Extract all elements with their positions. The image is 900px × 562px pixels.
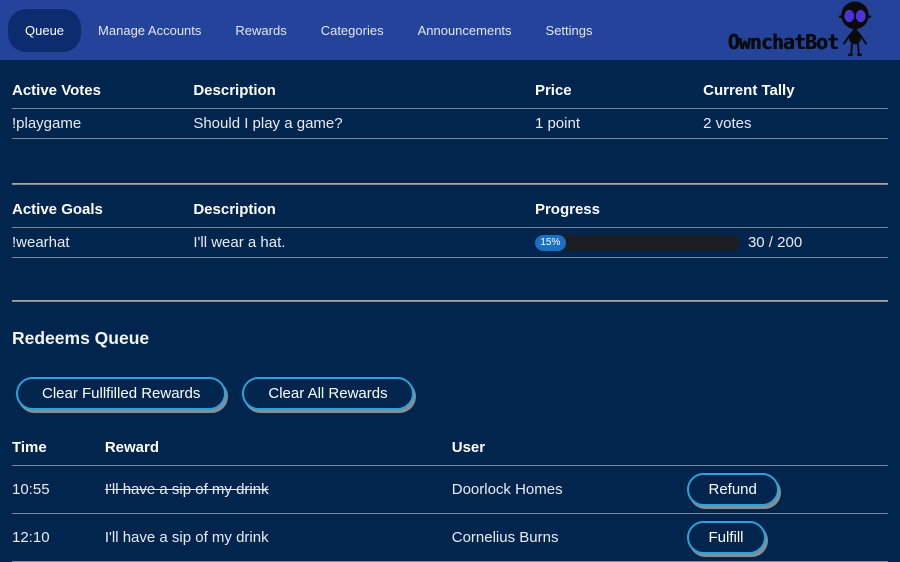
goal-progress-fill: 15% (535, 235, 566, 251)
votes-header-command: Active Votes (12, 60, 193, 109)
redeem-reward-0: I'll have a sip of my drink (105, 481, 269, 498)
progress-percent-label: 15% (540, 237, 560, 248)
redeems-actions: Clear Fullfilled Rewards Clear All Rewar… (12, 377, 888, 410)
votes-header-price: Price (535, 60, 703, 109)
redeems-queue-title: Redeems Queue (12, 328, 888, 349)
nav-item-categories[interactable]: Categories (304, 9, 401, 52)
goal-progress: 15% 30 / 200 (535, 234, 888, 251)
redeem-time: 10:55 (12, 466, 105, 514)
top-navbar: Queue Manage Accounts Rewards Categories… (0, 0, 900, 60)
progress-bar-track: 15% (535, 235, 740, 251)
redeems-table: Time Reward User 10:55 I'll have a sip o… (12, 423, 888, 562)
nav-item-manage-accounts[interactable]: Manage Accounts (81, 9, 218, 52)
votes-header-description: Description (193, 60, 535, 109)
redeems-header-user: User (452, 423, 687, 466)
redeems-header-actions (687, 423, 889, 466)
brand-logo: OwnchatBot (728, 0, 878, 60)
goal-description: I'll wear a hat. (193, 228, 535, 258)
progress-count-label: 30 / 200 (748, 234, 802, 251)
vote-row: !playgame Should I play a game? 1 point … (12, 109, 888, 139)
brand-name: OwnchatBot (728, 32, 838, 52)
redeem-user: Doorlock Homes (452, 466, 687, 514)
redeem-time: 12:10 (12, 514, 105, 562)
votes-header-tally: Current Tally (703, 60, 888, 109)
redeems-header-reward: Reward (105, 423, 452, 466)
goals-header-progress: Progress (535, 185, 888, 228)
goal-row: !wearhat I'll wear a hat. 15% 30 / 200 (12, 228, 888, 258)
goals-header-description: Description (193, 185, 535, 228)
vote-tally: 2 votes (703, 109, 888, 139)
robot-mascot-icon (832, 0, 878, 58)
vote-command: !playgame (12, 109, 193, 139)
fulfill-button[interactable]: Fulfill (687, 521, 766, 554)
main-content: Active Votes Description Price Current T… (0, 60, 900, 562)
goals-header-command: Active Goals (12, 185, 193, 228)
nav-item-settings[interactable]: Settings (529, 9, 610, 52)
vote-price: 1 point (535, 109, 703, 139)
active-goals-table: Active Goals Description Progress !wearh… (12, 185, 888, 258)
nav-item-queue[interactable]: Queue (8, 9, 81, 52)
redeem-reward-1: I'll have a sip of my drink (105, 529, 269, 546)
redeem-row: 12:10 I'll have a sip of my drink Cornel… (12, 514, 888, 562)
redeems-header-time: Time (12, 423, 105, 466)
nav-menu: Queue Manage Accounts Rewards Categories… (8, 9, 610, 52)
redeem-row: 10:55 I'll have a sip of my drink Doorlo… (12, 466, 888, 514)
goal-command: !wearhat (12, 228, 193, 258)
section-divider (12, 300, 888, 302)
refund-button[interactable]: Refund (687, 473, 779, 506)
redeem-user: Cornelius Burns (452, 514, 687, 562)
vote-description: Should I play a game? (193, 109, 535, 139)
nav-item-rewards[interactable]: Rewards (218, 9, 303, 52)
clear-all-rewards-button[interactable]: Clear All Rewards (242, 377, 413, 410)
active-votes-table: Active Votes Description Price Current T… (12, 60, 888, 139)
clear-fulfilled-rewards-button[interactable]: Clear Fullfilled Rewards (16, 377, 226, 410)
nav-item-announcements[interactable]: Announcements (401, 9, 529, 52)
